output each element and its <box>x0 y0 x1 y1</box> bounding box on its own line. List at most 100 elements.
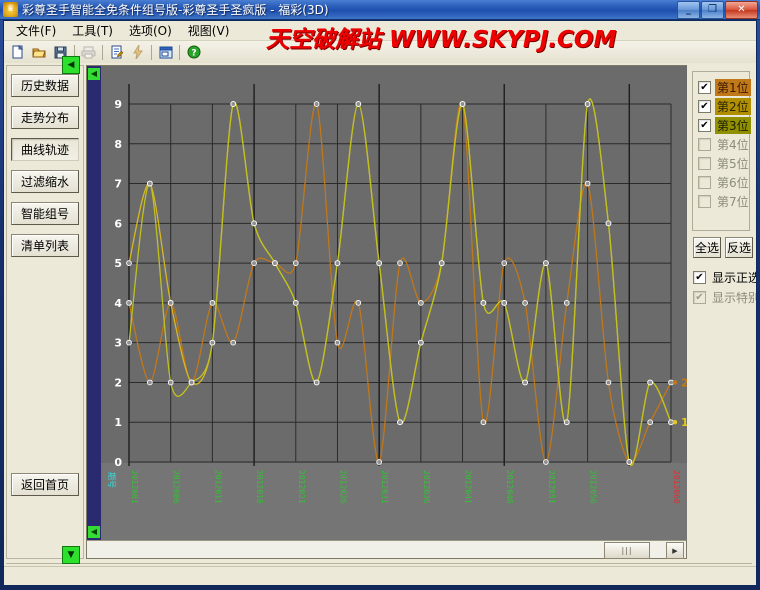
svg-text:2012041: 2012041 <box>464 470 473 504</box>
svg-text:2012011: 2012011 <box>213 470 222 504</box>
chart-plot[interactable]: 987654321021期号20120012012006201201120120… <box>101 66 686 540</box>
digit-row-5: 第5位 <box>698 154 749 173</box>
panel-collapse-up-icon[interactable]: ◀ <box>62 56 80 74</box>
svg-text:期号: 期号 <box>107 472 116 488</box>
svg-text:3: 3 <box>114 337 122 350</box>
menu-options[interactable]: 选项(O) <box>121 20 180 41</box>
svg-text:0: 0 <box>114 456 122 469</box>
digit-checkbox-6 <box>698 176 711 189</box>
show-special-row: ✔ 显示特别号 <box>693 289 757 306</box>
menu-view[interactable]: 视图(V) <box>180 20 238 41</box>
chart-svg: 987654321021期号20120012012006201201120120… <box>101 66 687 540</box>
scroll-down-icon[interactable]: ◀ <box>88 526 100 538</box>
digit-label-1: 第1位 <box>715 79 751 96</box>
sidebar-item-list[interactable]: 清单列表 <box>11 234 79 257</box>
scroll-up-icon[interactable]: ◀ <box>88 68 100 80</box>
digit-row-7: 第7位 <box>698 192 749 211</box>
work-area: 历史数据 走势分布 曲线轨迹 过滤缩水 智能组号 清单列表 返回首页 ◀ ◀ 9… <box>4 63 756 585</box>
client-area: 文件(F) 工具(T) 选项(O) 视图(V) <box>3 20 757 586</box>
svg-text:2012021: 2012021 <box>297 470 306 504</box>
sidebar-item-history-data[interactable]: 历史数据 <box>11 74 79 97</box>
digit-label-5: 第5位 <box>715 155 751 172</box>
toolbar-separator <box>102 45 103 60</box>
status-bar <box>4 566 756 585</box>
svg-text:2012016: 2012016 <box>255 470 264 504</box>
svg-text:2012026: 2012026 <box>338 470 347 504</box>
open-folder-icon[interactable] <box>29 43 50 62</box>
svg-text:9: 9 <box>114 98 122 111</box>
svg-text:?: ? <box>191 49 196 59</box>
svg-text:2012060: 2012060 <box>672 470 681 504</box>
lightning-icon[interactable] <box>127 43 148 62</box>
svg-text:2012056: 2012056 <box>589 470 598 504</box>
toolbar-separator <box>179 45 180 60</box>
selection-buttons: 全选 反选 <box>693 237 753 258</box>
minimize-button[interactable]: _ <box>677 1 700 19</box>
show-special-checkbox: ✔ <box>693 291 706 304</box>
digit-checkbox-2[interactable]: ✔ <box>698 100 711 113</box>
right-panel: ✔ 第1位 ✔ 第2位 ✔ 第3位 第4位 <box>689 65 754 559</box>
digit-label-6: 第6位 <box>715 174 751 191</box>
menu-file[interactable]: 文件(F) <box>8 20 64 41</box>
digit-label-2: 第2位 <box>715 98 751 115</box>
svg-text:1: 1 <box>681 416 687 429</box>
sidebar-item-trend-distribution[interactable]: 走势分布 <box>11 106 79 129</box>
menu-tools[interactable]: 工具(T) <box>64 20 121 41</box>
svg-text:1: 1 <box>114 416 122 429</box>
digit-checkbox-5 <box>698 157 711 170</box>
svg-text:2012031: 2012031 <box>380 470 389 504</box>
chart-horizontal-scrollbar[interactable]: ||| ▶ <box>87 540 686 558</box>
show-normal-checkbox[interactable]: ✔ <box>693 271 706 284</box>
print-icon[interactable] <box>78 43 99 62</box>
application-window: ♛ 彩尊圣手智能全免条件组号版-彩尊圣手圣疯版 - 福彩(3D) _ ❐ ✕ 文… <box>0 0 760 590</box>
window-title: 彩尊圣手智能全免条件组号版-彩尊圣手圣疯版 - 福彩(3D) <box>22 1 329 18</box>
sidebar-item-curve-track[interactable]: 曲线轨迹 <box>11 138 79 161</box>
chart-panel: ◀ ◀ 987654321021期号2012001201200620120112… <box>86 65 687 559</box>
digit-checkbox-group: ✔ 第1位 ✔ 第2位 ✔ 第3位 第4位 <box>692 71 750 231</box>
scrollbar-thumb[interactable]: ||| <box>604 542 650 559</box>
window-icon[interactable] <box>155 43 176 62</box>
svg-text:2: 2 <box>114 376 122 389</box>
sidebar: 历史数据 走势分布 曲线轨迹 过滤缩水 智能组号 清单列表 返回首页 <box>6 65 84 559</box>
show-normal-label: 显示正选号 <box>710 269 757 286</box>
help-icon[interactable]: ? <box>183 43 204 62</box>
digit-row-6: 第6位 <box>698 173 749 192</box>
svg-text:2: 2 <box>681 376 687 389</box>
maximize-button[interactable]: ❐ <box>701 1 724 19</box>
digit-checkbox-3[interactable]: ✔ <box>698 119 711 132</box>
show-normal-row[interactable]: ✔ 显示正选号 <box>693 269 757 286</box>
new-document-icon[interactable] <box>8 43 29 62</box>
digit-checkbox-7 <box>698 195 711 208</box>
digit-checkbox-1[interactable]: ✔ <box>698 81 711 94</box>
svg-text:5: 5 <box>114 257 122 270</box>
scrollbar-track[interactable] <box>87 542 686 558</box>
svg-text:2012051: 2012051 <box>547 470 556 504</box>
chart-nav-strip: ◀ ◀ <box>87 66 101 540</box>
digit-row-3[interactable]: ✔ 第3位 <box>698 116 749 135</box>
close-button[interactable]: ✕ <box>725 1 758 19</box>
svg-text:6: 6 <box>114 217 122 230</box>
edit-icon[interactable] <box>106 43 127 62</box>
digit-label-4: 第4位 <box>715 136 751 153</box>
select-all-button[interactable]: 全选 <box>693 237 721 258</box>
panel-collapse-down-icon[interactable]: ▼ <box>62 546 80 564</box>
svg-text:2012046: 2012046 <box>505 470 514 504</box>
scroll-right-icon[interactable]: ▶ <box>666 542 684 559</box>
invert-selection-button[interactable]: 反选 <box>725 237 753 258</box>
digit-row-4: 第4位 <box>698 135 749 154</box>
toolbar-separator <box>151 45 152 60</box>
svg-text:7: 7 <box>114 178 122 191</box>
show-special-label: 显示特别号 <box>710 289 757 306</box>
svg-text:8: 8 <box>114 138 122 151</box>
tool-bar: ? <box>4 41 756 64</box>
digit-checkbox-4 <box>698 138 711 151</box>
sidebar-item-smart-group[interactable]: 智能组号 <box>11 202 79 225</box>
digit-row-2[interactable]: ✔ 第2位 <box>698 97 749 116</box>
svg-text:2012006: 2012006 <box>172 470 181 504</box>
crown-icon: ♛ <box>3 2 18 17</box>
digit-label-3: 第3位 <box>715 117 751 134</box>
digit-row-1[interactable]: ✔ 第1位 <box>698 78 749 97</box>
svg-text:2012001: 2012001 <box>130 470 139 504</box>
sidebar-item-home[interactable]: 返回首页 <box>11 473 79 496</box>
sidebar-item-filter-reduce[interactable]: 过滤缩水 <box>11 170 79 193</box>
